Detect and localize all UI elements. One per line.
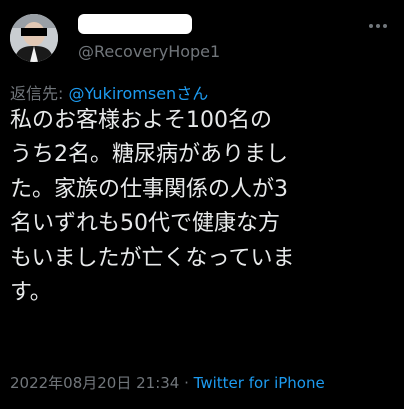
reply-prefix: 返信先: xyxy=(10,84,69,103)
tweet-line: 私のお客様およそ100名の xyxy=(10,108,272,133)
dot xyxy=(376,24,380,28)
tweet-line: た。家族の仕事関係の人が3 xyxy=(10,176,288,202)
dot xyxy=(383,24,387,28)
tweet-line: 名いずれも50代で健康な方 xyxy=(10,211,280,237)
user-avatar-icon[interactable] xyxy=(10,14,58,62)
dot xyxy=(369,24,373,28)
avatar-photo xyxy=(10,14,58,62)
tweet-text: 私のお客様およそ100名の うち2名。糖尿病がありまし た。家族の仕事関係の人が… xyxy=(10,104,398,310)
tweet-timestamp[interactable]: 2022年08月20日 21:34 xyxy=(10,374,179,392)
reply-mention-link[interactable]: @Yukiromsenさん xyxy=(68,84,208,103)
tweet-line: す。 xyxy=(10,280,52,306)
tweet-line: うち2名。糖尿病がありまし xyxy=(10,142,288,168)
tweet-source-link[interactable]: Twitter for iPhone xyxy=(194,374,325,392)
more-options-icon[interactable] xyxy=(366,16,390,36)
user-handle[interactable]: @RecoveryHope1 xyxy=(78,42,220,61)
display-name-redacted xyxy=(78,14,192,34)
tweet-meta: 2022年08月20日 21:34 · Twitter for iPhone xyxy=(10,372,325,393)
tweet-line: もいましたが亡くなっていま xyxy=(10,245,295,271)
tweet-header: @RecoveryHope1 xyxy=(8,6,396,70)
reply-context: 返信先: @Yukiromsenさん xyxy=(10,80,208,104)
meta-separator: · xyxy=(179,374,194,392)
